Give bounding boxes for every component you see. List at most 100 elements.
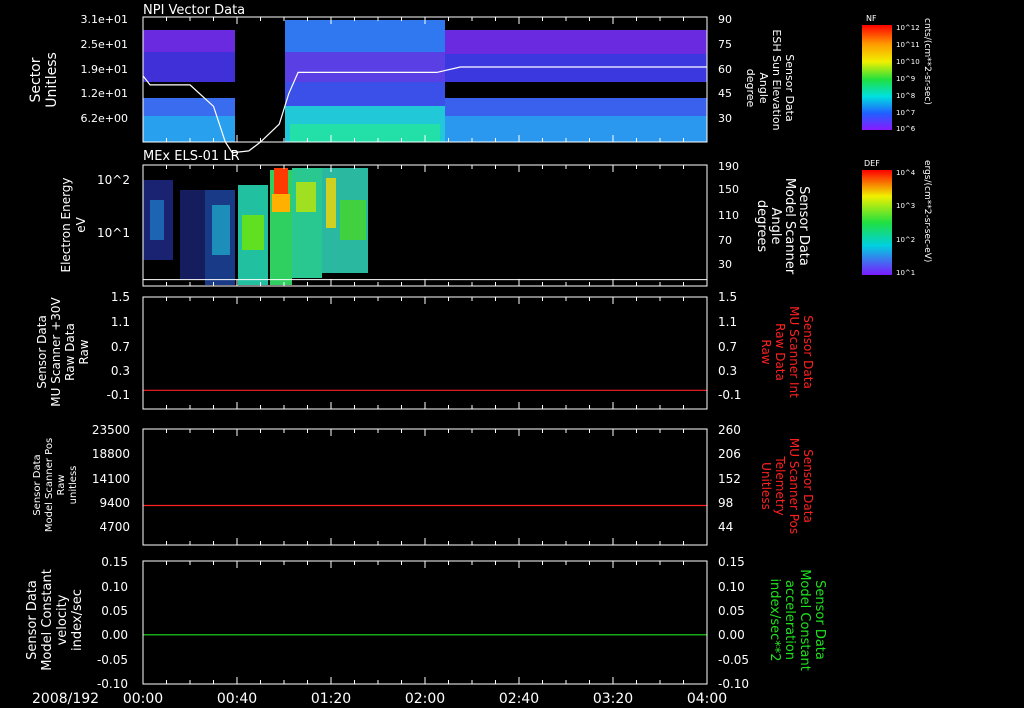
time-label-0040: 00:40 [217,691,257,707]
p5-ylabel-line-3: velocity [55,594,70,645]
panel-els: MEx ELS-01 LR 10^2 10^1 Electron Energy [59,149,932,287]
els-ylabel-line-2: eV [74,216,88,232]
panel-npi-left-axis: 3.1e+01 2.5e+01 1.9e+01 1.2e+01 6.2e+00 [81,13,128,125]
time-label-0320: 03:20 [593,691,633,707]
panel-model-constant-right-axis: 0.15 0.10 0.05 0.00 -0.05 -0.10 [718,555,749,691]
p4-rlabel-line-1: Sensor Data [801,449,815,523]
panel-model-constant-frame [142,560,708,685]
p4-rlabel-line-2: MU Scanner Pos [787,438,801,534]
npi-ytick-4: 1.2e+01 [81,87,128,100]
npi-rlabel-line-4: degree [744,69,757,108]
els-colorbar-unit: ergs/(cm**2-sr-sec-eV) [922,160,932,262]
npi-colorbar-label: NF [866,14,877,23]
p3-ytick-4: 0.3 [111,364,130,378]
p4-rlabel-line-3: Telemetry [773,455,787,515]
npi-band-13 [445,82,707,98]
p5-ytick-4: 0.00 [101,628,128,642]
p5-rtick-1: 0.15 [718,555,745,569]
els-cbar-tick-2: 10^3 [896,202,915,210]
p5-ytick-2: 0.10 [101,580,128,594]
npi-rtick-4: 45 [718,87,732,100]
els-rlabel-line-3: Angle [768,208,783,245]
p4-ytick-4: 9400 [99,496,130,510]
p4-ylabel-line-2: Model Scanner Pos [44,438,55,532]
els-speckle-3 [180,190,205,280]
panel-scanner-pos-right-axis: 260 206 152 98 44 [718,423,741,534]
p5-rtick-5: -0.05 [718,653,749,667]
npi-ytick-1: 3.1e+01 [81,13,128,26]
npi-ytick-5: 6.2e+00 [81,112,128,125]
npi-rtick-3: 60 [718,63,732,76]
els-cbar-tick-4: 10^1 [896,269,915,277]
p3-ylabel-line-1: Sensor Data [35,315,49,389]
els-colorbar: DEF 10^4 10^3 10^2 10^1 ergs/(cm**2-sr-s… [862,159,932,277]
npi-ytick-3: 1.9e+01 [81,63,128,76]
p3-rlabel-line-3: Raw Data [773,323,787,381]
panel-scanner-volt-left-axis: 1.5 1.1 0.7 0.3 -0.1 [107,290,130,402]
els-ylabel-line-1: Electron Energy [59,177,73,272]
els-rtick-3: 110 [718,209,739,222]
npi-rlabel-line-3: Angle [757,72,770,104]
npi-band-1 [143,30,235,52]
p5-rtick-6: -0.10 [718,677,749,691]
p3-ylabel-line-2: MU Scanner +30V [49,297,63,407]
p4-left-label: Sensor Data Model Scanner Pos Raw unitle… [32,438,79,532]
time-label-0400: 04:00 [687,691,727,707]
npi-cbar-tick-1: 10^12 [896,24,920,32]
panel-npi-heatmap [143,20,707,142]
panel-els-title: MEx ELS-01 LR [143,149,240,164]
panel-els-left-axis: 10^2 10^1 [97,173,130,240]
els-speckle-2 [150,200,164,240]
els-rtick-2: 150 [718,183,739,196]
p3-ytick-1: 1.5 [111,290,130,304]
p5-ylabel-line-1: Sensor Data [25,580,40,660]
npi-rlabel-line-1: Sensor Data [783,54,796,121]
npi-band-7 [285,52,445,82]
p5-rtick-3: 0.05 [718,604,745,618]
p4-ytick-1: 23500 [92,423,130,437]
p5-rtick-4: 0.00 [718,628,745,642]
p5-left-label: Sensor Data Model Constant velocity inde… [25,569,85,671]
p4-rtick-5: 44 [718,520,733,534]
panel-scanner-volt-right-axis: 1.5 1.1 0.7 0.3 -0.1 [718,290,741,402]
els-speckle-12 [326,178,336,228]
p3-rlabel-line-1: Sensor Data [801,315,815,389]
p3-ytick-5: -0.1 [107,388,130,402]
p3-rtick-4: 0.3 [718,364,737,378]
els-rtick-1: 190 [718,160,739,173]
p4-ytick-3: 14100 [92,472,130,486]
time-label-0240: 02:40 [499,691,539,707]
npi-cbar-tick-3: 10^10 [896,58,920,66]
npi-band-12 [445,54,707,82]
time-axis: 2008/192 00:00 00:40 01:20 02:00 02:40 0… [32,691,727,707]
p4-ylabel-line-3: Raw [56,474,67,495]
panel-scanner-volt-frame [142,296,708,410]
npi-band-15 [445,116,707,142]
p4-ylabel-line-1: Sensor Data [32,454,43,515]
npi-colorbar: NF 10^12 10^11 10^10 10^9 10^8 10^7 10^6… [862,14,932,133]
p5-ytick-5: -0.05 [97,653,128,667]
panel-scanner-pos-left-axis: 23500 18800 14100 9400 4700 [92,423,130,534]
npi-ylabel-line-2: Unitless [44,52,60,108]
npi-colorbar-unit: cnts/(cm**2-sr-sec) [922,18,932,105]
els-colorbar-label: DEF [864,159,880,168]
p3-ylabel-line-4: Raw [77,339,91,364]
p4-rtick-1: 260 [718,423,741,437]
els-rtick-4: 70 [718,234,732,247]
p5-rlabel-line-4: index/sec**2 [767,578,782,661]
npi-band-4 [143,98,235,116]
els-speckle-7 [242,215,264,250]
npi-ytick-2: 2.5e+01 [81,38,128,51]
panel-npi-title: NPI Vector Data [143,3,245,18]
npi-band-14 [445,98,707,116]
p5-rtick-2: 0.10 [718,580,745,594]
npi-left-label: Sector Unitless [28,52,60,108]
p5-ytick-3: 0.05 [101,604,128,618]
npi-cbar-tick-6: 10^7 [896,109,915,117]
npi-band-11 [445,30,707,54]
p5-ytick-1: 0.15 [101,555,128,569]
npi-band-10 [290,124,440,142]
els-left-label: Electron Energy eV [59,177,88,272]
els-cbar-tick-1: 10^4 [896,169,916,177]
els-hot-edge [272,194,290,212]
